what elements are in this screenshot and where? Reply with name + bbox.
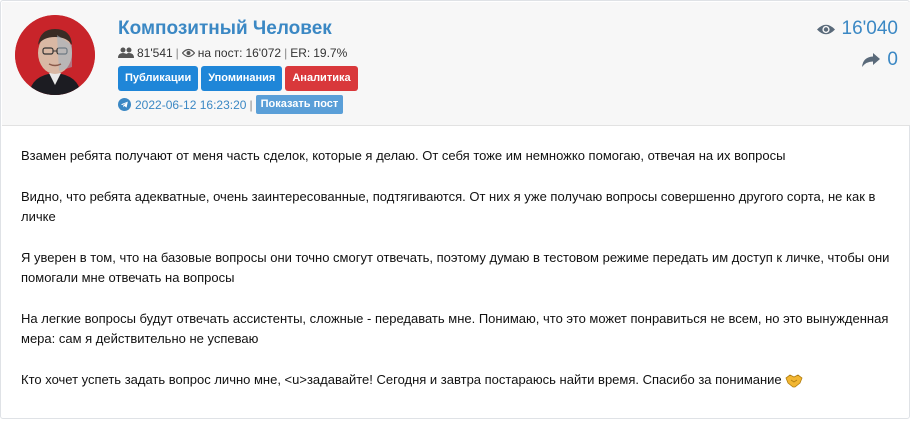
subscribers-count: 81'541 xyxy=(137,46,173,60)
stats-separator: | xyxy=(284,46,288,60)
post-views: 16'040 xyxy=(816,18,898,40)
post-paragraph: На легкие вопросы будут отвечать ассисте… xyxy=(21,311,889,346)
post-views-count: 16'040 xyxy=(841,18,898,39)
channel-tabs: Публикации Упоминания Аналитика xyxy=(118,66,361,91)
avatar-image xyxy=(15,15,95,95)
handshake-emoji xyxy=(785,374,803,387)
post-header: Композитный Человек 81'541 | на пост: 16… xyxy=(2,2,910,126)
post-paragraph-text: Кто хочет успеть задать вопрос лично мне… xyxy=(21,372,782,387)
avatar[interactable] xyxy=(15,15,95,95)
views-per-post-value: 16'072 xyxy=(245,46,282,60)
stats-separator: | xyxy=(175,46,179,60)
post-meta: 2022-06-12 16:23:20 | Показать пост xyxy=(118,95,344,114)
post-card: Композитный Человек 81'541 | на пост: 16… xyxy=(0,0,910,419)
er-value: 19.7% xyxy=(313,46,348,60)
channel-name[interactable]: Композитный Человек xyxy=(118,18,332,40)
eye-icon xyxy=(181,48,195,58)
post-shares: 0 xyxy=(861,49,898,71)
eye-icon xyxy=(816,24,835,34)
telegram-icon[interactable] xyxy=(118,98,131,111)
views-per-post-label: на пост: xyxy=(197,46,243,60)
share-icon xyxy=(862,53,881,67)
post-body: Взамен ребята получают от меня часть сде… xyxy=(21,146,891,411)
analytics-button[interactable]: Аналитика xyxy=(285,66,358,91)
show-post-button[interactable]: Показать пост xyxy=(255,95,344,114)
post-shares-count: 0 xyxy=(887,49,898,70)
post-paragraph: Взамен ребята получают от меня часть сде… xyxy=(21,148,786,163)
post-paragraph: Я уверен в том, что на базовые вопросы о… xyxy=(21,250,890,285)
post-datetime: 2022-06-12 16:23:20 xyxy=(135,97,247,112)
er-label: ER: xyxy=(290,46,311,60)
post-paragraph-last: Кто хочет успеть задать вопрос лично мне… xyxy=(21,370,891,390)
meta-separator: | xyxy=(249,97,253,112)
channel-stats: 81'541 | на пост: 16'072 | ER: 19.7% xyxy=(118,46,347,60)
publications-button[interactable]: Публикации xyxy=(118,66,199,91)
post-paragraph: Видно, что ребята адекватные, очень заин… xyxy=(21,189,876,224)
users-icon xyxy=(118,47,134,58)
mentions-button[interactable]: Упоминания xyxy=(201,66,283,91)
